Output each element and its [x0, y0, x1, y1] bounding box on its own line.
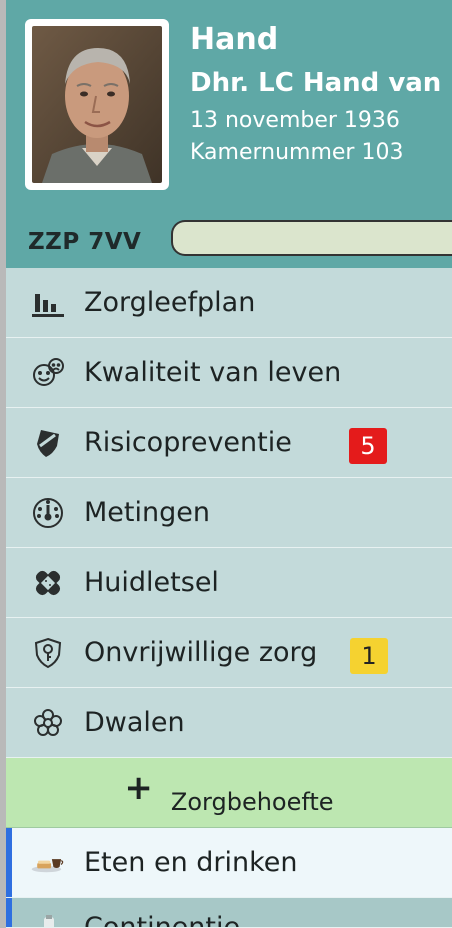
risk-count-badge: 5 — [349, 428, 387, 464]
flower-icon — [28, 703, 68, 743]
add-zorgbehoefte-button[interactable]: + Zorgbehoefte — [6, 758, 452, 828]
avatar[interactable] — [25, 19, 169, 190]
menu-item-label: Dwalen — [84, 707, 185, 738]
menu-item-huidletsel[interactable]: Huidletsel — [6, 548, 452, 618]
smiley-faces-icon — [28, 353, 68, 393]
patient-birthdate: 13 november 1936 — [190, 108, 400, 133]
menu-item-label: Onvrijwillige zorg — [84, 637, 318, 668]
menu-item-kwaliteit-van-leven[interactable]: Kwaliteit van leven — [6, 338, 452, 408]
menu-item-label: Risicopreventie — [84, 427, 292, 458]
patient-photo — [32, 26, 162, 183]
menu-item-dwalen[interactable]: Dwalen — [6, 688, 452, 758]
menu-item-zorgleefplan[interactable]: Zorgleefplan — [6, 268, 452, 338]
involuntary-care-badge: 1 — [350, 638, 388, 674]
plus-icon: + — [124, 767, 153, 808]
menu-item-risicopreventie[interactable]: Risicopreventie 5 — [6, 408, 452, 478]
shield-icon — [28, 423, 68, 463]
bandage-icon — [28, 563, 68, 603]
patient-room: Kamernummer 103 — [190, 140, 404, 165]
menu-item-label: Eten en drinken — [84, 847, 298, 878]
zzp-bar[interactable] — [171, 220, 452, 256]
shield-key-icon — [28, 633, 68, 673]
bar-chart-icon — [28, 283, 68, 323]
food-icon — [28, 843, 68, 883]
bottle-icon — [28, 912, 68, 927]
menu-item-metingen[interactable]: Metingen — [6, 478, 452, 548]
patient-fullname: Dhr. LC Hand van — [190, 68, 442, 98]
patient-header: Hand Dhr. LC Hand van 13 november 1936 K… — [6, 0, 452, 268]
menu-item-onvrijwillige-zorg[interactable]: Onvrijwillige zorg 1 — [6, 618, 452, 688]
gauge-icon — [28, 493, 68, 533]
menu-item-label: Kwaliteit van leven — [84, 357, 342, 388]
patient-lastname: Hand — [190, 22, 279, 57]
menu-item-continentie[interactable]: Continentie — [6, 898, 452, 928]
menu-item-label: Zorgleefplan — [84, 287, 256, 318]
menu-item-eten-en-drinken[interactable]: Eten en drinken — [6, 828, 452, 898]
sidebar-menu: Zorgleefplan Kwaliteit van leven Risicop… — [6, 268, 452, 928]
menu-item-label: Continentie — [84, 912, 241, 928]
add-zorgbehoefte-label: Zorgbehoefte — [170, 787, 334, 816]
menu-item-label: Huidletsel — [84, 567, 219, 598]
zzp-label: ZZP 7VV — [28, 229, 142, 255]
menu-item-label: Metingen — [84, 497, 210, 528]
